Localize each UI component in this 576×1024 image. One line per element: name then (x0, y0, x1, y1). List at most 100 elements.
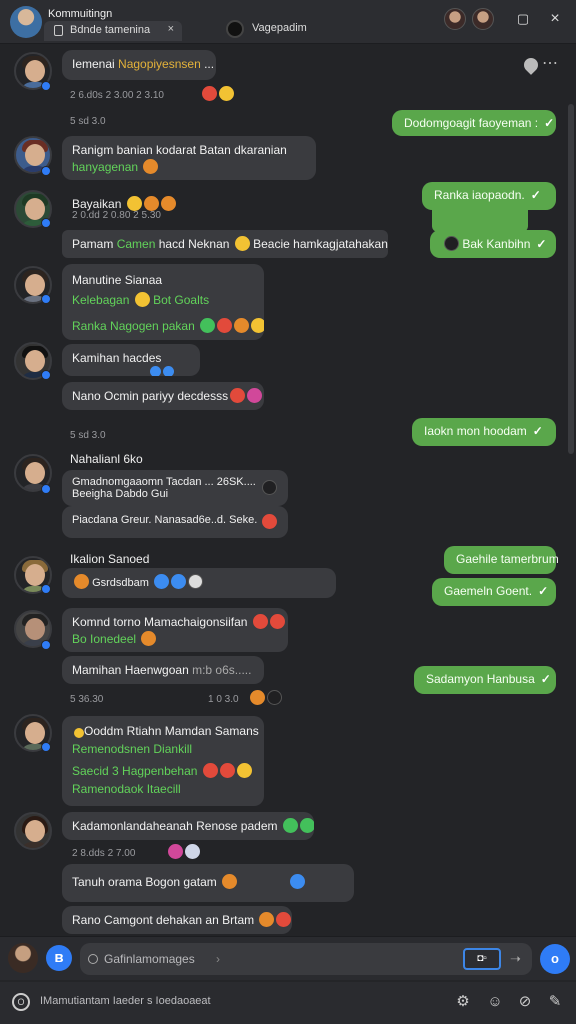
outgoing-bubble[interactable]: Dodomgoagit faoyeman : ✓ (392, 110, 556, 136)
message-text: Dodomgoagit faoyeman : (404, 116, 539, 130)
scrollbar[interactable] (568, 104, 574, 454)
emoji-icon (143, 159, 159, 174)
outgoing-bubble[interactable]: Iaokn mon hoodam ✓ (412, 418, 556, 446)
tab-secondary[interactable]: Vagepadim (226, 20, 307, 38)
message-text: Sadamyon Hanbusa (426, 672, 535, 686)
verified-icon (41, 484, 51, 494)
message-text: Gmadnomgaaomn Tacdan (72, 476, 202, 488)
tab-close-icon[interactable]: × (168, 23, 174, 35)
message-text: Iemenai (72, 57, 119, 71)
tab-active[interactable]: Bdnde tamenina × (44, 21, 182, 41)
gear-icon[interactable]: ⚙ (454, 993, 472, 1011)
day-divider: 1 0 3.0 (208, 694, 239, 705)
message-input[interactable]: Gafinlamomages › ◘▫ ➝ (80, 943, 532, 975)
outgoing-bubble[interactable]: Gaehile tamerbrum (444, 546, 559, 574)
message-link[interactable]: Saecid 3 Hagpenbehan (72, 764, 197, 778)
reactions[interactable] (166, 844, 200, 859)
message-link[interactable]: Remenodsnen Diankill (72, 740, 254, 758)
message-text: Manutine Sianaa (72, 273, 163, 287)
bubble-tail (432, 210, 528, 232)
check-icon: ✓ (538, 584, 549, 598)
emoji-icon (202, 763, 218, 778)
message-bubble[interactable]: Rano Camgont dehakan an Brtam (62, 906, 292, 934)
verified-icon (41, 584, 51, 594)
outgoing-bubble[interactable]: Sadamyon Hanbusa ✓ (414, 666, 556, 694)
chat-area[interactable]: Iemenai Nagopiyesnsen ... ⋯ 2 6.d0s 2 3.… (0, 44, 576, 936)
reactions[interactable] (200, 86, 234, 101)
avatar[interactable] (14, 812, 52, 850)
outgoing-bubble[interactable]: Bak Kanbihn ✓ (430, 230, 556, 258)
emoji-icon (187, 574, 203, 589)
emoji-icon[interactable]: ☺ (486, 993, 504, 1011)
message-text: Kadamonlandaheanah Renose padem (72, 819, 278, 833)
message-bubble[interactable]: Ooddm Rtiahn Mamdan Samans Remenodsnen D… (62, 716, 264, 806)
emoji-icon (252, 614, 268, 629)
media-toggle-button[interactable]: ◘▫ (463, 948, 501, 970)
sender-name: Bayaikan (72, 196, 176, 211)
emoji-icon (200, 318, 216, 333)
emoji-icon (126, 196, 142, 211)
more-icon[interactable]: ⋯ (542, 53, 558, 73)
message-bubble[interactable]: Iemenai Nagopiyesnsen ... (62, 50, 216, 80)
message-text: Ranigm banian kodarat Batan dkaranian (72, 143, 287, 157)
check-icon: ✓ (544, 116, 555, 130)
emoji-icon (219, 763, 235, 778)
emoji-icon (262, 514, 277, 529)
attach-button[interactable]: ʙ (46, 945, 72, 971)
message-link[interactable]: Ramenodaok Itaecill (72, 780, 254, 798)
status-icon[interactable]: O (12, 993, 30, 1011)
message-bubble[interactable]: Ranigm banian kodarat Batan dkaranian ha… (62, 136, 316, 180)
emoji-icon (222, 874, 238, 889)
emoji-icon (269, 614, 285, 629)
message-text: ... (200, 57, 215, 71)
my-avatar[interactable] (8, 943, 38, 973)
emoji-icon (276, 912, 292, 927)
title-bar: Kommuitingn Bdnde tamenina × Vagepadim ▢… (0, 0, 576, 44)
search-icon (88, 954, 98, 964)
close-button[interactable]: × (544, 8, 566, 30)
emoji-icon (282, 818, 298, 833)
message-bubble[interactable]: Kadamonlandaheanah Renose padem (62, 812, 314, 840)
message-link[interactable]: Kelebagan (72, 293, 129, 307)
tab-label: Bdnde tamenina (70, 24, 151, 36)
message-text: Piacdana Greur. Nanasad6e..d. Seke. (72, 514, 258, 526)
message-link[interactable]: Ranka Nagogen pakan (72, 319, 195, 333)
app-avatar[interactable] (10, 6, 42, 38)
outgoing-bubble[interactable]: Gaemeln Goent. ✓ (432, 578, 556, 606)
reactions[interactable] (248, 690, 282, 705)
message-bubble[interactable]: Pamam Camen hacd Neknan Beacie hamkagjat… (62, 230, 388, 258)
day-divider: 5 sd 3.0 (70, 116, 106, 127)
message-bubble[interactable]: Tanuh orama Bogon gatam (62, 864, 354, 902)
attach-icon[interactable]: ⊘ (516, 993, 534, 1011)
emoji-icon (141, 631, 157, 646)
message-bubble[interactable]: Komnd torno Mamachaigonsiifan Bo Ionedee… (62, 608, 288, 652)
tab2-label: Vagepadim (252, 22, 307, 34)
message-link[interactable]: hanyagenan (72, 160, 138, 174)
verified-icon (41, 81, 51, 91)
message-bubble[interactable]: Mamihan Haenwgoan m:b o6s..... (62, 656, 264, 684)
message-link[interactable]: Bot Goalts (153, 293, 209, 307)
send-icon[interactable]: ➝ (510, 943, 521, 975)
message-bubble[interactable]: Gmadnomgaaomn Tacdan ... 26SK.... Beeigh… (62, 470, 288, 506)
message-text: Tanuh orama Bogon gatam (72, 875, 217, 889)
emoji-icon (262, 480, 277, 495)
message-bubble[interactable]: Manutine Sianaa Kelebagan Bot Goalts Ran… (62, 264, 264, 340)
participant-avatar[interactable] (444, 8, 466, 30)
emoji-icon (163, 366, 174, 376)
message-bubble[interactable]: Piacdana Greur. Nanasad6e..d. Seke. (62, 506, 288, 538)
message-link[interactable]: Bo Ionedeel (72, 632, 136, 646)
message-text: Nano Ocmin pariyy decdesss (72, 389, 229, 403)
message-text: ... 26SK.... (204, 476, 256, 488)
emoji-icon (74, 728, 84, 738)
message-bubble[interactable]: Kamihan hacdes (62, 344, 200, 376)
participant-avatar[interactable] (472, 8, 494, 30)
message-bubble[interactable]: Nano Ocmin pariyy decdesss (62, 382, 264, 410)
edit-icon[interactable]: ✎ (546, 993, 564, 1011)
emoji-icon (202, 86, 217, 101)
emoji-icon (168, 844, 183, 859)
pin-icon[interactable] (521, 55, 541, 75)
maximize-button[interactable]: ▢ (512, 8, 534, 30)
outgoing-bubble[interactable]: Ranka iaopaodn. ✓ (422, 182, 556, 210)
message-bubble[interactable]: Gsrdsdbam (62, 568, 336, 598)
mic-button[interactable]: o (540, 944, 570, 974)
